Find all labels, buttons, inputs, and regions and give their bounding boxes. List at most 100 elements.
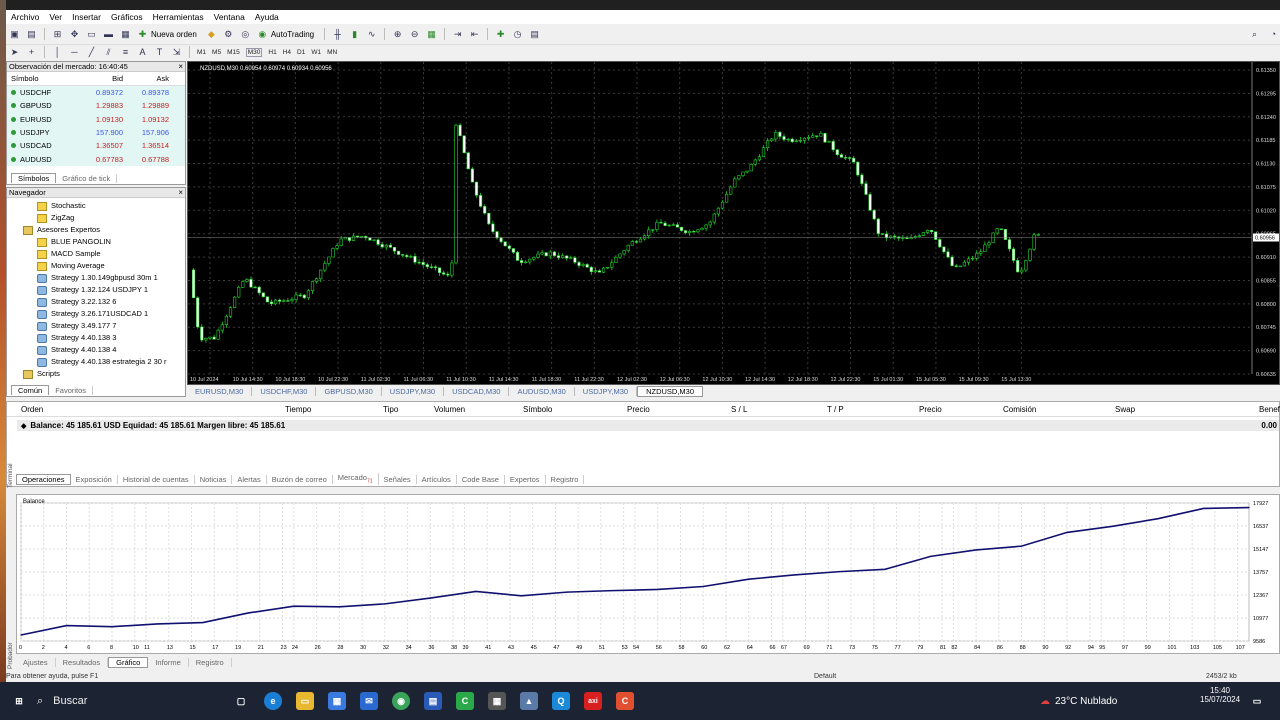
chart-tab[interactable]: USDJPY,M30 bbox=[382, 387, 445, 396]
column-header[interactable]: Precio bbox=[919, 405, 942, 414]
templates-icon[interactable]: ▤ bbox=[528, 28, 541, 40]
autoscroll-icon[interactable]: ⇤ bbox=[468, 28, 481, 40]
tester-tab[interactable]: Informe bbox=[148, 657, 189, 667]
bid-header[interactable]: Bid bbox=[85, 74, 123, 83]
terminal-tab[interactable]: Exposición bbox=[71, 474, 118, 484]
column-header[interactable]: T / P bbox=[827, 405, 844, 414]
terminal-tab[interactable]: Historial de cuentas bbox=[118, 474, 195, 484]
timeframe-h1[interactable]: H1 bbox=[268, 49, 276, 56]
column-header[interactable]: Tipo bbox=[383, 405, 398, 414]
column-header[interactable]: Swap bbox=[1115, 405, 1135, 414]
symbol-header[interactable]: Símbolo bbox=[7, 74, 85, 83]
tester-icon[interactable]: ▦ bbox=[119, 28, 132, 40]
chart-tab[interactable]: NZDUSD,M30 bbox=[637, 386, 704, 397]
menu-item-6[interactable]: Ayuda bbox=[252, 12, 286, 22]
terminal-icon[interactable]: ▬ bbox=[102, 28, 115, 40]
new-chart-icon[interactable]: ▣ bbox=[8, 28, 21, 40]
navigator-item[interactable]: Strategy 3.26.171USDCAD 1 bbox=[7, 308, 185, 320]
data-window-icon[interactable]: ✥ bbox=[68, 28, 81, 40]
terminal-tab[interactable]: Noticias bbox=[195, 474, 233, 484]
timeframe-m1[interactable]: M1 bbox=[197, 49, 206, 56]
market-watch-row[interactable]: GBPUSD 1.29883 1.29889 bbox=[7, 99, 185, 113]
line-chart-icon[interactable]: ∿ bbox=[365, 28, 378, 40]
arrows-icon[interactable]: ⇲ bbox=[170, 46, 183, 58]
autotrading-icon[interactable]: ◉ bbox=[256, 28, 269, 40]
trendline-icon[interactable]: ╱ bbox=[85, 46, 98, 58]
tile-windows-icon[interactable]: ▦ bbox=[425, 28, 438, 40]
navigator-item[interactable]: BLUE PANGOLIN bbox=[7, 236, 185, 248]
channel-icon[interactable]: ⫽ bbox=[102, 46, 115, 58]
store-icon[interactable]: ▦ bbox=[328, 692, 346, 710]
horizontal-line-icon[interactable]: ─ bbox=[68, 46, 81, 58]
metatrader-icon[interactable]: ▲ bbox=[520, 692, 538, 710]
close-icon[interactable]: × bbox=[178, 188, 183, 198]
chart-tab[interactable]: EURUSD,M30 bbox=[187, 387, 253, 396]
tester-tab[interactable]: Resultados bbox=[56, 657, 109, 667]
profiles-icon[interactable]: ▤ bbox=[25, 28, 38, 40]
timeframe-m15[interactable]: M15 bbox=[227, 49, 240, 56]
indicators-icon[interactable]: ✚ bbox=[494, 28, 507, 40]
zoom-out-icon[interactable]: ⊖ bbox=[408, 28, 421, 40]
tester-tab[interactable]: Ajustes bbox=[16, 657, 56, 667]
calculator-icon[interactable]: ▦ bbox=[488, 692, 506, 710]
chrome-icon[interactable]: ◉ bbox=[392, 692, 410, 710]
task-view-icon[interactable]: ▢ bbox=[232, 692, 250, 710]
autotrading-button[interactable]: AutoTrading bbox=[271, 30, 314, 39]
navigator-icon[interactable]: ▭ bbox=[85, 28, 98, 40]
app-icon[interactable]: ▤ bbox=[424, 692, 442, 710]
terminal-tab[interactable]: Expertos bbox=[505, 474, 546, 484]
menu-item-5[interactable]: Ventana bbox=[211, 12, 252, 22]
navigator-item[interactable]: Strategy 1.32.124 USDJPY 1 bbox=[7, 284, 185, 296]
file-explorer-icon[interactable]: ▭ bbox=[296, 692, 314, 710]
price-chart-canvas[interactable]: 0.61350 0.61295 0.61240 0.61185 0.61130 0.610… bbox=[188, 62, 1279, 384]
navigator-item[interactable]: Moving Average bbox=[7, 260, 185, 272]
column-header[interactable]: S / L bbox=[731, 405, 747, 414]
clock[interactable]: 15:40 15/07/2024 bbox=[1200, 686, 1240, 704]
terminal-tab[interactable]: Code Base bbox=[457, 474, 505, 484]
terminal-tab[interactable]: Artículos bbox=[417, 474, 457, 484]
terminal-tab[interactable]: Buzón de correo bbox=[267, 474, 333, 484]
navigator-item[interactable]: MACD Sample bbox=[7, 248, 185, 260]
navigator-item[interactable]: Strategy 4.40.138 4 bbox=[7, 344, 185, 356]
new-order-button[interactable]: Nueva orden bbox=[151, 30, 197, 39]
column-header[interactable]: Símbolo bbox=[523, 405, 552, 414]
chart-shift-icon[interactable]: ⇥ bbox=[451, 28, 464, 40]
text-label-icon[interactable]: T bbox=[153, 46, 166, 58]
candlestick-icon[interactable]: ▮ bbox=[348, 28, 361, 40]
menu-item-4[interactable]: Herramientas bbox=[150, 12, 211, 22]
start-icon[interactable]: ⊞ bbox=[10, 692, 28, 710]
notifications-icon[interactable]: ▭ bbox=[1248, 692, 1266, 710]
menu-item-1[interactable]: Ver bbox=[46, 12, 69, 22]
bar-chart-icon[interactable]: ╫ bbox=[331, 28, 344, 40]
column-header[interactable]: Precio bbox=[627, 405, 650, 414]
edge-icon[interactable]: e bbox=[264, 692, 282, 710]
chart-tab[interactable]: AUDUSD,M30 bbox=[509, 387, 575, 396]
ask-header[interactable]: Ask bbox=[123, 74, 169, 83]
vertical-line-icon[interactable]: │ bbox=[51, 46, 64, 58]
navigator-item[interactable]: Strategy 1.30.149gbpusd 30m 1 bbox=[7, 272, 185, 284]
text-icon[interactable]: A bbox=[136, 46, 149, 58]
chat-icon[interactable]: ◔ bbox=[1267, 28, 1280, 40]
timeframe-mn[interactable]: MN bbox=[327, 49, 337, 56]
market-watch-icon[interactable]: ⊞ bbox=[51, 28, 64, 40]
timeframe-h4[interactable]: H4 bbox=[283, 49, 291, 56]
column-header[interactable]: Comisión bbox=[1003, 405, 1036, 414]
menu-item-2[interactable]: Insertar bbox=[69, 12, 108, 22]
camtasia-icon[interactable]: C bbox=[456, 692, 474, 710]
chart-tab[interactable]: USDCAD,M30 bbox=[444, 387, 510, 396]
zoom-in-icon[interactable]: ⊕ bbox=[391, 28, 404, 40]
terminal-tab[interactable]: Registro bbox=[546, 474, 585, 484]
price-chart[interactable]: 0.61350 0.61295 0.61240 0.61185 0.61130 0.610… bbox=[187, 61, 1280, 385]
terminal-app-icon[interactable]: Q bbox=[552, 692, 570, 710]
tab-common[interactable]: Común bbox=[11, 385, 50, 395]
market-watch-row[interactable]: USDCAD 1.36507 1.36514 bbox=[7, 139, 185, 153]
column-header[interactable]: Orden bbox=[21, 405, 43, 414]
terminal-tab[interactable]: Operaciones bbox=[16, 473, 71, 485]
timeframe-d1[interactable]: D1 bbox=[297, 49, 305, 56]
navigator-item[interactable]: Asesores Expertos bbox=[7, 224, 185, 236]
market-watch-row[interactable]: EURUSD 1.09130 1.09132 bbox=[7, 112, 185, 126]
navigator-item[interactable]: Strategy 3.49.177 7 bbox=[7, 320, 185, 332]
column-header[interactable]: Beneficios bbox=[1259, 405, 1280, 414]
terminal-tab[interactable]: Mercado71 bbox=[333, 473, 379, 485]
market-watch-row[interactable]: USDJPY 157.900 157.906 bbox=[7, 125, 185, 140]
